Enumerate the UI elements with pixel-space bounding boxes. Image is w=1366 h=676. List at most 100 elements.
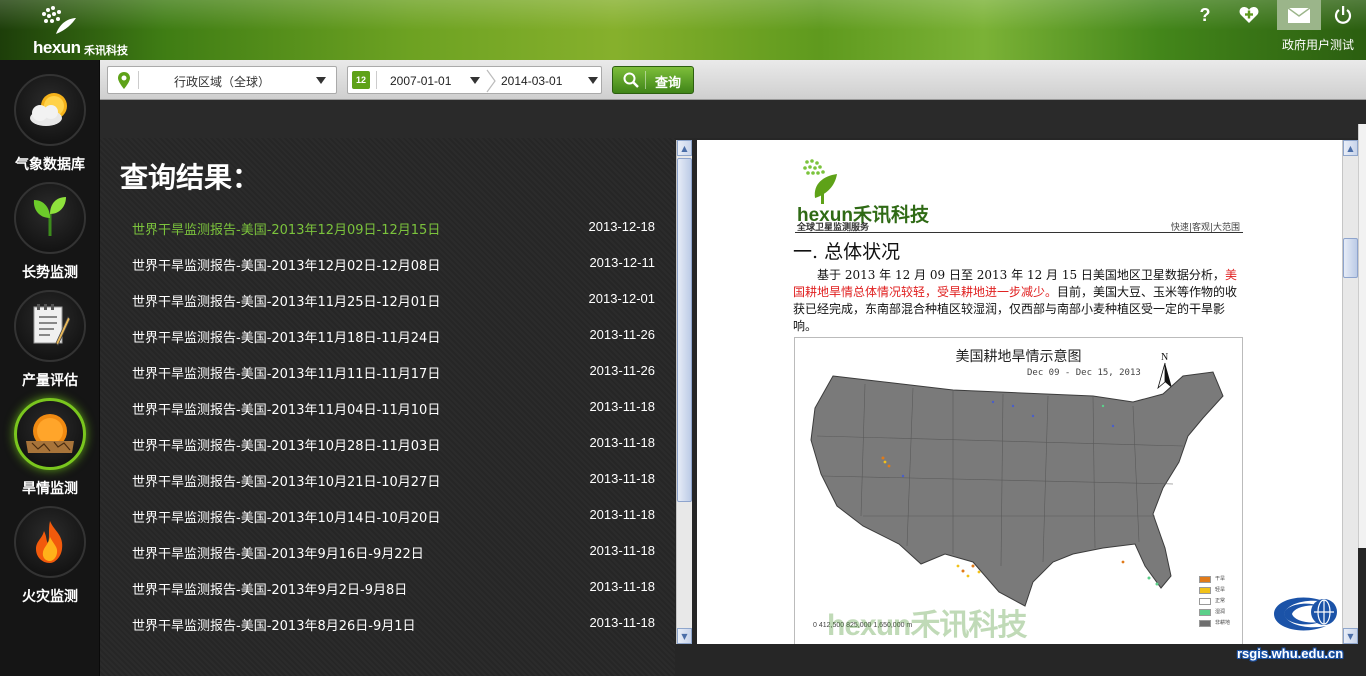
results-panel: 查询结果： 世界干旱监测报告-美国-2013年12月09日-12月15日 2013… — [100, 138, 675, 676]
region-select-value: 行政区域（全球） — [174, 75, 271, 89]
top-header: hexun 禾讯科技 ? 政府用户测试 — [0, 0, 1366, 60]
result-date: 2013-11-18 — [589, 435, 655, 450]
result-row[interactable]: 世界干旱监测报告-美国-2013年10月14日-10月20日 2013-11-18 — [132, 507, 655, 527]
legend-item: 干旱 — [1199, 574, 1239, 585]
legend-swatch — [1199, 576, 1211, 583]
logo-wordmark: hexun — [33, 38, 81, 57]
result-title-link[interactable]: 世界干旱监测报告-美国-2013年11月11日-11月17日 — [132, 363, 440, 382]
calendar-day-label: 12 — [355, 75, 366, 85]
mail-button[interactable] — [1277, 0, 1321, 30]
sidebar-icon-frame — [14, 182, 86, 254]
sidebar-item-label: 火灾监测 — [22, 589, 78, 605]
sidebar-icon-frame — [14, 506, 86, 578]
chevron-down-icon — [316, 77, 326, 84]
legend-swatch — [1199, 620, 1211, 627]
heart-plus-icon — [1239, 7, 1259, 23]
sidebar-item-growth-monitoring[interactable]: 长势监测 — [0, 168, 100, 281]
result-date: 2013-11-18 — [589, 399, 655, 414]
result-title-link[interactable]: 世界干旱监测报告-美国-2013年11月18日-11月24日 — [132, 327, 440, 346]
result-row[interactable]: 世界干旱监测报告-美国-2013年8月26日-9月1日 2013-11-18 — [132, 615, 655, 635]
result-title-link[interactable]: 世界干旱监测报告-美国-2013年12月09日-12月15日 — [132, 219, 440, 238]
legend-label: 湿润 — [1215, 609, 1226, 615]
result-title-link[interactable]: 世界干旱监测报告-美国-2013年11月04日-11月10日 — [132, 399, 440, 418]
content-top-band — [100, 100, 1366, 138]
end-date-chevron-icon[interactable] — [588, 77, 598, 84]
result-title-link[interactable]: 世界干旱监测报告-美国-2013年11月25日-12月01日 — [132, 291, 440, 310]
result-title-link[interactable]: 世界干旱监测报告-美国-2013年12月02日-12月08日 — [132, 255, 440, 274]
range-arrow-icon — [486, 69, 496, 93]
logout-button[interactable] — [1321, 0, 1365, 30]
usa-map-shape — [810, 371, 1224, 607]
legend-label: 正常 — [1215, 598, 1226, 604]
scroll-down-icon[interactable]: ▼ — [677, 628, 692, 644]
weather-icon — [30, 93, 67, 126]
app-window: hexun 禾讯科技 ? 政府用户测试 气象数据库 长势监测 产量评估 旱情监测… — [0, 0, 1366, 676]
sidebar-item-yield-estimation[interactable]: 产量评估 — [0, 276, 100, 389]
result-date: 2013-11-18 — [589, 471, 655, 486]
query-button-label: 查询 — [655, 76, 682, 91]
legend-item: 正常 — [1199, 596, 1239, 607]
sidebar-icon-frame-active — [14, 398, 86, 470]
region-select[interactable]: 行政区域（全球） — [107, 66, 337, 94]
result-title-link[interactable]: 世界干旱监测报告-美国-2013年10月14日-10月20日 — [132, 507, 440, 526]
scroll-up-icon[interactable]: ▲ — [677, 140, 692, 156]
help-button[interactable]: ? — [1183, 0, 1227, 30]
header-gloss — [0, 0, 1366, 30]
legend-item: 轻旱 — [1199, 585, 1239, 596]
result-row[interactable]: 世界干旱监测报告-美国-2013年11月25日-12月01日 2013-12-01 — [132, 291, 655, 311]
preview-scrollbar[interactable]: ▲ ▼ — [1342, 140, 1358, 644]
sidebar-icon-frame — [14, 290, 86, 362]
sidebar-item-fire-monitoring[interactable]: 火灾监测 — [0, 492, 100, 605]
notepad-icon — [33, 304, 70, 346]
current-user-label: 政府用户测试 — [1281, 38, 1354, 52]
result-title-link[interactable]: 世界干旱监测报告-美国-2013年10月28日-11月03日 — [132, 435, 440, 454]
result-title-link[interactable]: 世界干旱监测报告-美国-2013年10月21日-10月27日 — [132, 471, 440, 490]
start-date-field[interactable]: 2007-01-01 — [390, 74, 451, 88]
results-scrollbar[interactable]: ▲ ▼ — [676, 140, 692, 644]
search-icon — [623, 72, 639, 88]
result-row[interactable]: 世界干旱监测报告-美国-2013年10月21日-10月27日 2013-11-18 — [132, 471, 655, 491]
outer-scroll-strip — [1358, 124, 1366, 548]
favorite-button[interactable] — [1227, 0, 1271, 30]
query-button[interactable]: 查询 — [612, 66, 694, 94]
legend-swatch — [1199, 598, 1211, 605]
report-preview: hexun禾讯科技 全球卫星监测服务 快速|客观|大范围 一. 总体状况 基于 … — [697, 140, 1342, 644]
result-title-link[interactable]: 世界干旱监测报告-美国-2013年8月26日-9月1日 — [132, 615, 416, 634]
query-toolbar: 行政区域（全球） 12 2007-01-01 2014-03-01 查询 — [100, 60, 1366, 100]
sidebar-item-weather-database[interactable]: 气象数据库 — [0, 60, 100, 173]
result-row[interactable]: 世界干旱监测报告-美国-2013年11月11日-11月17日 2013-11-26 — [132, 363, 655, 383]
calendar-icon[interactable]: 12 — [352, 71, 370, 89]
start-date-chevron-icon[interactable] — [470, 77, 480, 84]
results-title: 查询结果： — [120, 161, 261, 194]
result-title-link[interactable]: 世界干旱监测报告-美国-2013年9月16日-9月22日 — [132, 543, 424, 562]
result-row[interactable]: 世界干旱监测报告-美国-2013年10月28日-11月03日 2013-11-18 — [132, 435, 655, 455]
doc-section-heading: 一. 总体状况 — [793, 241, 901, 263]
doc-summary-paragraph: 基于 2013 年 12 月 09 日至 2013 年 12 月 15 日美国地… — [793, 267, 1242, 335]
preview-scroll-thumb[interactable] — [1343, 238, 1358, 278]
doc-divider — [795, 232, 1243, 233]
result-date: 2013-11-18 — [589, 543, 655, 558]
scroll-up-icon[interactable]: ▲ — [1343, 140, 1358, 156]
result-date: 2013-12-11 — [589, 255, 655, 270]
sidebar-item-drought-monitoring[interactable]: 旱情监测 — [0, 384, 100, 497]
result-row[interactable]: 世界干旱监测报告-美国-2013年9月2日-9月8日 2013-11-18 — [132, 579, 655, 599]
result-row[interactable]: 世界干旱监测报告-美国-2013年9月16日-9月22日 2013-11-18 — [132, 543, 655, 563]
results-scroll-thumb[interactable] — [677, 158, 692, 502]
result-row[interactable]: 世界干旱监测报告-美国-2013年12月09日-12月15日 2013-12-18 — [132, 219, 655, 239]
map-legend: 干旱 轻旱 正常 湿润 非耕地 — [1199, 574, 1239, 629]
result-row[interactable]: 世界干旱监测报告-美国-2013年12月02日-12月08日 2013-12-11 — [132, 255, 655, 275]
rsgis-logo-icon — [1264, 592, 1337, 636]
sidebar-nav: 气象数据库 长势监测 产量评估 旱情监测 火灾监测 — [0, 60, 100, 676]
doc-para-intro: 基于 2013 年 12 月 09 日至 2013 年 12 月 15 日美国地… — [817, 268, 1225, 282]
sidebar-icon-frame — [14, 74, 86, 146]
result-date: 2013-11-18 — [589, 579, 655, 594]
result-row[interactable]: 世界干旱监测报告-美国-2013年11月04日-11月10日 2013-11-18 — [132, 399, 655, 419]
result-title-link[interactable]: 世界干旱监测报告-美国-2013年9月2日-9月8日 — [132, 579, 407, 598]
result-date: 2013-11-18 — [589, 507, 655, 522]
end-date-field[interactable]: 2014-03-01 — [501, 74, 562, 88]
result-date: 2013-12-01 — [588, 291, 656, 306]
fire-icon — [36, 521, 63, 563]
date-range-picker: 12 2007-01-01 2014-03-01 — [347, 66, 602, 94]
rsgis-site-label: rsgis.whu.edu.cn — [1237, 646, 1344, 661]
result-row[interactable]: 世界干旱监测报告-美国-2013年11月18日-11月24日 2013-11-26 — [132, 327, 655, 347]
